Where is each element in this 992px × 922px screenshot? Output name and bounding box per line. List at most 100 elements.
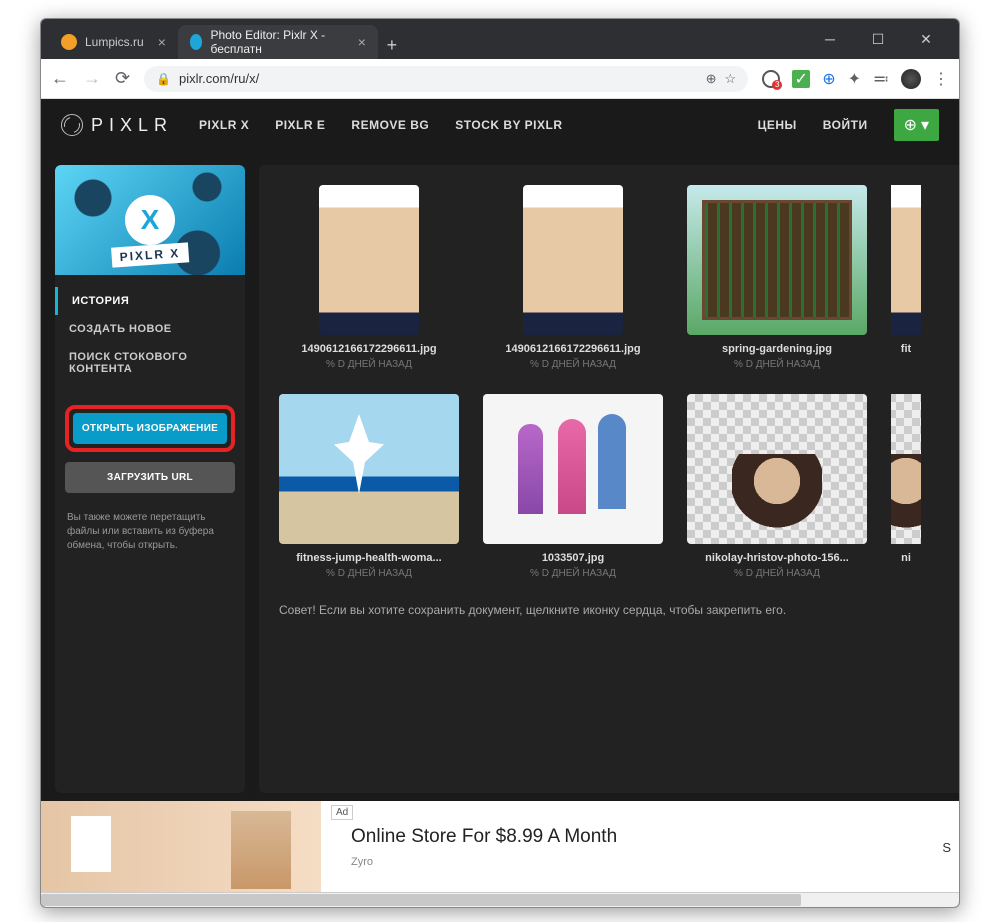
scrollbar-thumb[interactable] (41, 894, 801, 906)
menu-create-new[interactable]: СОЗДАТЬ НОВОЕ (55, 315, 245, 343)
menu-icon[interactable]: ⋮ (933, 69, 949, 89)
card-subtitle: % D ДНЕЙ НАЗАД (326, 359, 412, 370)
ad-cut-text: S (942, 840, 959, 855)
url-text: pixlr.com/ru/x/ (179, 71, 698, 86)
thumbnail (687, 394, 867, 544)
card-title: 1490612166172296611.jpg (505, 343, 640, 355)
address-bar: ← → ⟳ 🔒 pixlr.com/ru/x/ ⊕ ☆ ✓ ⊕ ✦ ≕ ⋮ (41, 59, 959, 99)
nav-stock[interactable]: STOCK BY PIXLR (455, 118, 562, 132)
image-grid: 1490612166172296611.jpg % D ДНЕЙ НАЗАД 1… (279, 185, 939, 579)
chevron-down-icon: ▾ (921, 115, 929, 135)
favicon-lumpics (61, 34, 77, 50)
thumbnail (891, 394, 921, 544)
thumbnail (687, 185, 867, 335)
sidebar-menu: ИСТОРИЯ СОЗДАТЬ НОВОЕ ПОИСК СТОКОВОГО КО… (55, 275, 245, 395)
card-subtitle: % D ДНЕЙ НАЗАД (326, 568, 412, 579)
menu-stock-search[interactable]: ПОИСК СТОКОВОГО КОНТЕНТА (55, 343, 245, 383)
globe-icon: ⊕ (904, 115, 917, 135)
image-card[interactable]: fitness-jump-health-woma... % D ДНЕЙ НАЗ… (279, 394, 459, 579)
forward-icon[interactable]: → (83, 68, 101, 89)
close-icon[interactable]: × (158, 34, 166, 50)
minimize-icon[interactable]: ─ (815, 24, 845, 54)
maximize-icon[interactable]: ☐ (863, 24, 893, 54)
search-in-page-icon[interactable]: ⊕ (706, 71, 717, 87)
favicon-pixlr (190, 34, 203, 50)
tab-title: Lumpics.ru (85, 35, 144, 49)
horizontal-scrollbar[interactable] (41, 892, 959, 907)
window-controls: ─ ☐ ✕ (815, 24, 951, 54)
brand-text: PIXLR (91, 115, 173, 136)
extension-badge-icon[interactable] (762, 70, 780, 88)
card-title: 1490612166172296611.jpg (301, 343, 436, 355)
nav-pixlr-x[interactable]: PIXLR X (199, 118, 249, 132)
image-card[interactable]: 1033507.jpg % D ДНЕЙ НАЗАД (483, 394, 663, 579)
globe-icon[interactable]: ⊕ (822, 69, 835, 89)
nav-login[interactable]: ВОЙТИ (823, 118, 868, 132)
image-card[interactable]: fit (891, 185, 921, 370)
thumbnail (279, 394, 459, 544)
highlight-annotation: ОТКРЫТЬ ИЗОБРАЖЕНИЕ (65, 405, 235, 452)
tab-title: Photo Editor: Pixlr X - бесплатн (210, 28, 343, 56)
nav-pixlr-e[interactable]: PIXLR E (275, 118, 325, 132)
menu-history[interactable]: ИСТОРИЯ (55, 287, 245, 315)
card-subtitle: % D ДНЕЙ НАЗАД (530, 568, 616, 579)
ad-title: Online Store For $8.99 A Month (351, 826, 942, 848)
main-panel: 1490612166172296611.jpg % D ДНЕЙ НАЗАД 1… (259, 165, 959, 793)
card-subtitle: % D ДНЕЙ НАЗАД (530, 359, 616, 370)
image-card[interactable]: 1490612166172296611.jpg % D ДНЕЙ НАЗАД (483, 185, 663, 370)
sidebar-hero: X PIXLR X (55, 165, 245, 275)
card-title: nikolay-hristov-photo-156... (705, 552, 849, 564)
image-card[interactable]: ni (891, 394, 921, 579)
tab-lumpics[interactable]: Lumpics.ru × (49, 25, 178, 59)
page-content: PIXLR PIXLR X PIXLR E REMOVE BG STOCK BY… (41, 99, 959, 907)
pixlr-logo[interactable]: PIXLR (61, 114, 173, 136)
sidebar: X PIXLR X ИСТОРИЯ СОЗДАТЬ НОВОЕ ПОИСК СТ… (55, 165, 245, 793)
thumbnail (483, 394, 663, 544)
avatar[interactable] (901, 69, 921, 89)
ad-badge: Ad (331, 805, 353, 820)
lock-icon: 🔒 (156, 72, 171, 86)
pixlr-x-badge: X (125, 195, 175, 245)
tab-pixlr[interactable]: Photo Editor: Pixlr X - бесплатн × (178, 25, 378, 59)
language-button[interactable]: ⊕ ▾ (894, 109, 939, 141)
sidebar-hint: Вы также можете перетащить файлы или вст… (55, 503, 245, 569)
tab-strip: Lumpics.ru × Photo Editor: Pixlr X - бес… (49, 19, 406, 59)
browser-window: Lumpics.ru × Photo Editor: Pixlr X - бес… (40, 18, 960, 908)
card-title: fit (901, 343, 911, 355)
sidebar-buttons: ОТКРЫТЬ ИЗОБРАЖЕНИЕ ЗАГРУЗИТЬ URL (55, 395, 245, 503)
url-field[interactable]: 🔒 pixlr.com/ru/x/ ⊕ ☆ (144, 66, 748, 92)
star-icon[interactable]: ☆ (725, 71, 737, 87)
thumbnail (891, 185, 921, 335)
image-card[interactable]: 1490612166172296611.jpg % D ДНЕЙ НАЗАД (279, 185, 459, 370)
new-tab-button[interactable]: + (378, 31, 406, 59)
toolbar-icons: ✓ ⊕ ✦ ≕ ⋮ (762, 69, 949, 89)
nav-pricing[interactable]: ЦЕНЫ (758, 118, 797, 132)
card-title: spring-gardening.jpg (722, 343, 832, 355)
pixlr-x-label: PIXLR X (111, 242, 189, 267)
card-subtitle: % D ДНЕЙ НАЗАД (734, 359, 820, 370)
reading-list-icon[interactable]: ≕ (873, 69, 889, 89)
reload-icon[interactable]: ⟳ (115, 68, 130, 89)
aperture-icon (61, 114, 83, 136)
card-subtitle: % D ДНЕЙ НАЗАД (734, 568, 820, 579)
thumbnail (523, 185, 623, 335)
ad-image (41, 801, 321, 893)
adblock-icon[interactable]: ✓ (792, 70, 810, 88)
thumbnail (319, 185, 419, 335)
load-url-button[interactable]: ЗАГРУЗИТЬ URL (65, 462, 235, 493)
ad-subtitle: Zyro (351, 856, 942, 868)
nav-remove-bg[interactable]: REMOVE BG (351, 118, 429, 132)
card-title: 1033507.jpg (542, 552, 604, 564)
image-card[interactable]: spring-gardening.jpg % D ДНЕЙ НАЗАД (687, 185, 867, 370)
site-nav: PIXLR PIXLR X PIXLR E REMOVE BG STOCK BY… (41, 99, 959, 151)
ad-text: Online Store For $8.99 A Month Zyro (321, 826, 942, 868)
card-title: ni (901, 552, 911, 564)
body-area: X PIXLR X ИСТОРИЯ СОЗДАТЬ НОВОЕ ПОИСК СТ… (41, 151, 959, 807)
close-icon[interactable]: × (358, 34, 366, 50)
close-window-icon[interactable]: ✕ (911, 24, 941, 54)
open-image-button[interactable]: ОТКРЫТЬ ИЗОБРАЖЕНИЕ (73, 413, 227, 444)
back-icon[interactable]: ← (51, 68, 69, 89)
image-card[interactable]: nikolay-hristov-photo-156... % D ДНЕЙ НА… (687, 394, 867, 579)
ad-banner[interactable]: Ad Online Store For $8.99 A Month Zyro S (41, 801, 959, 893)
extensions-icon[interactable]: ✦ (848, 69, 861, 89)
